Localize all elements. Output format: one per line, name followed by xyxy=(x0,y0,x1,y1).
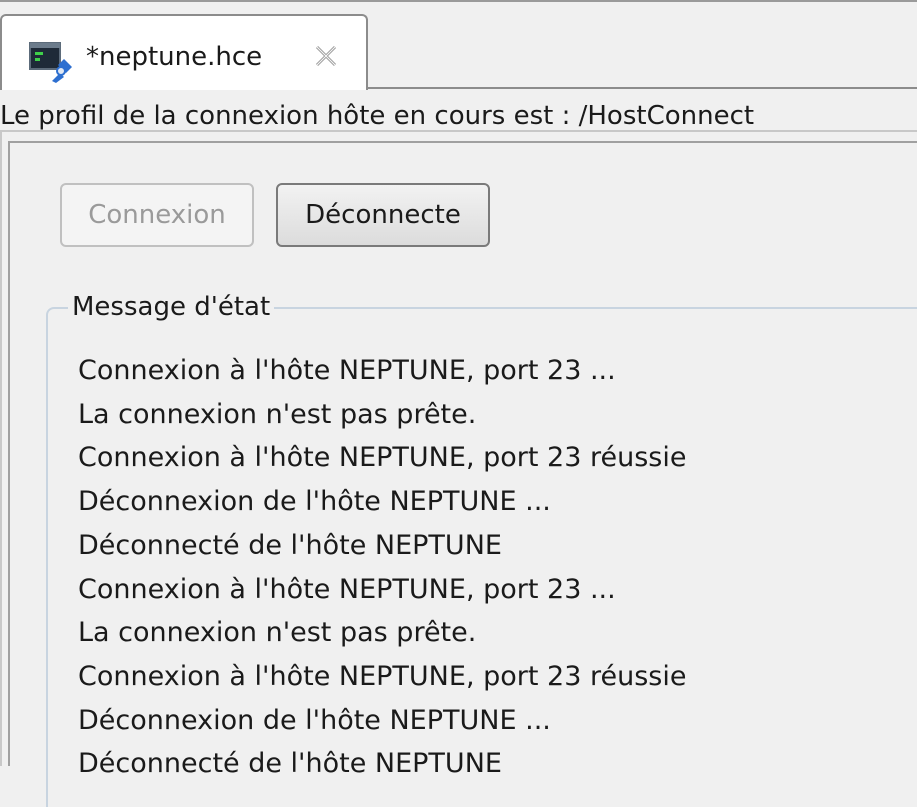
status-message: Connexion à l'hôte NEPTUNE, port 23 ... xyxy=(78,573,616,605)
close-icon[interactable] xyxy=(312,42,340,70)
editor-tab-strip: *neptune.hce xyxy=(0,0,917,90)
status-message: Déconnexion de l'hôte NEPTUNE ... xyxy=(78,486,551,518)
status-message: Connexion à l'hôte NEPTUNE, port 23 réus… xyxy=(78,442,687,474)
tab-title: *neptune.hce xyxy=(86,42,263,72)
status-message-list: Connexion à l'hôte NEPTUNE, port 23 ... … xyxy=(78,349,686,786)
disconnect-button[interactable]: Déconnecte xyxy=(276,183,490,247)
connect-button[interactable]: Connexion xyxy=(60,183,254,247)
status-message: Connexion à l'hôte NEPTUNE, port 23 ... xyxy=(78,355,616,386)
connection-panel: Connexion Déconnecte Message d'état Conn… xyxy=(8,141,917,807)
status-message: La connexion n'est pas prête. xyxy=(78,617,477,649)
status-message: Déconnecté de l'hôte NEPTUNE xyxy=(78,748,502,780)
host-terminal-icon xyxy=(29,42,72,83)
status-message: La connexion n'est pas prête. xyxy=(78,398,477,430)
status-message: Déconnecté de l'hôte NEPTUNE xyxy=(78,529,502,561)
editor-area: *neptune.hce Le profil de la connexion h… xyxy=(0,0,917,807)
tab-strip-divider xyxy=(366,87,917,89)
status-group-legend: Message d'état xyxy=(68,289,275,325)
status-message-group: Message d'état Connexion à l'hôte NEPTUN… xyxy=(46,289,917,807)
editor-tab[interactable]: *neptune.hce xyxy=(0,14,368,90)
status-message: Connexion à l'hôte NEPTUNE, port 23 réus… xyxy=(78,660,687,692)
status-message: Déconnexion de l'hôte NEPTUNE ... xyxy=(78,704,551,736)
